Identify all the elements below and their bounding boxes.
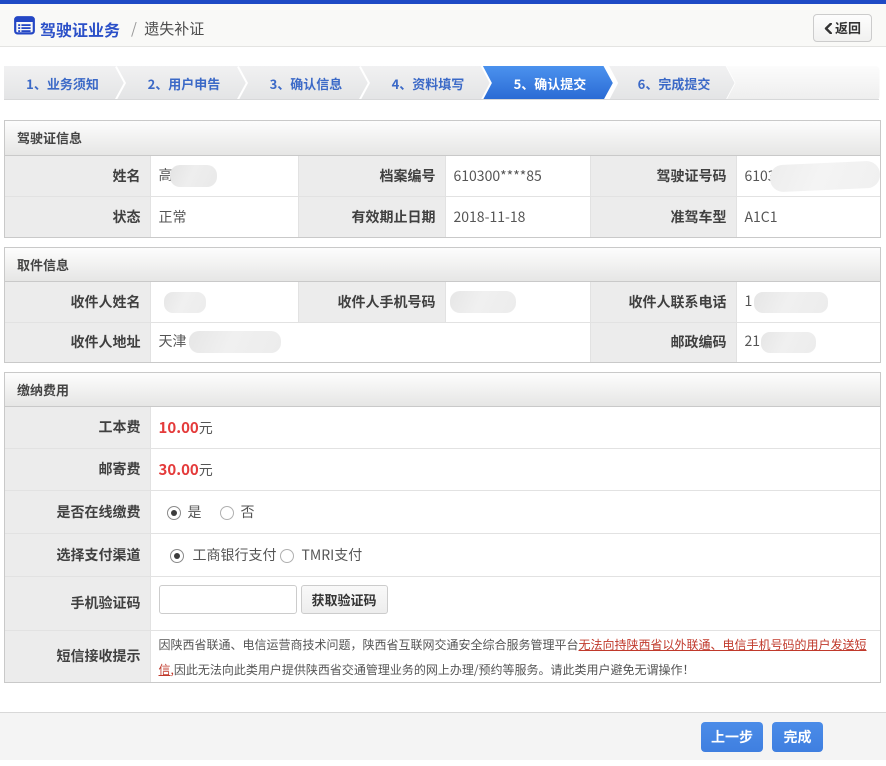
svg-text:3、确认信息: 3、确认信息	[270, 74, 343, 93]
svg-text:5、确认提交: 5、确认提交	[514, 74, 587, 93]
svg-text:2、用户申告: 2、用户申告	[148, 74, 221, 93]
svg-text:1、业务须知: 1、业务须知	[26, 74, 99, 93]
svg-text:4、资料填写: 4、资料填写	[392, 74, 465, 93]
svg-text:6、完成提交: 6、完成提交	[638, 74, 711, 93]
